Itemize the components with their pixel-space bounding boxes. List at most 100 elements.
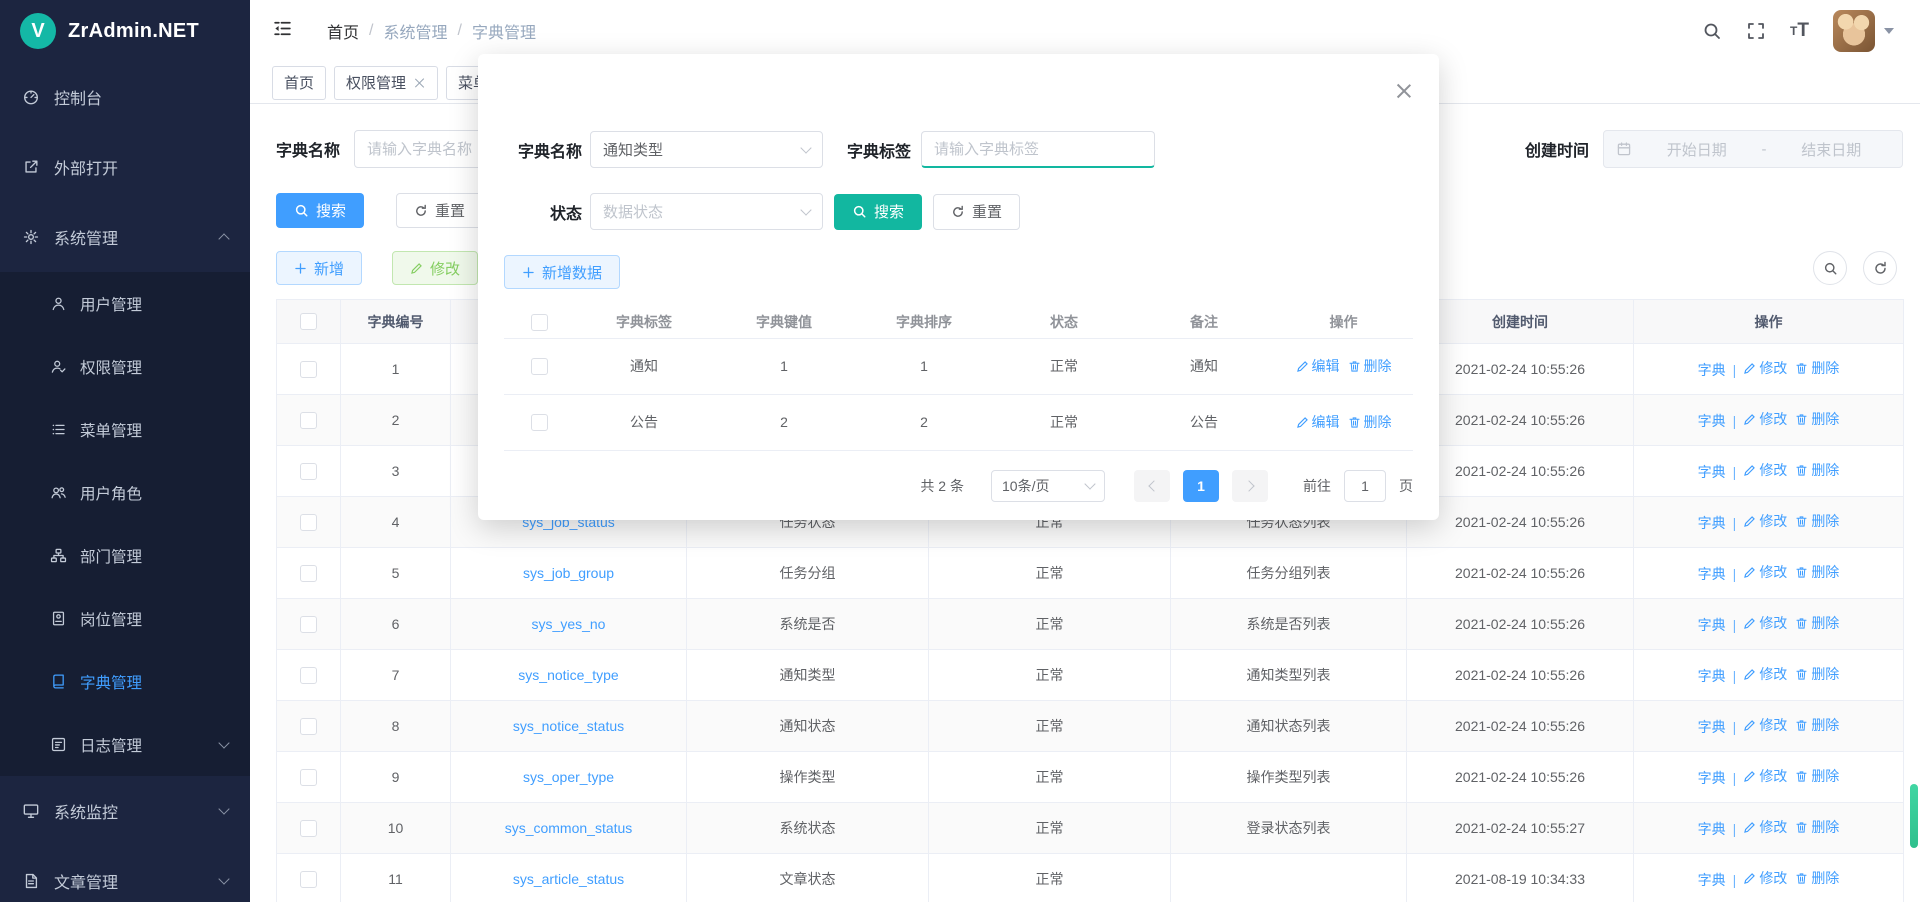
sidebar-item-dictionaries[interactable]: 字典管理 (0, 650, 250, 713)
row-checkbox[interactable] (300, 769, 317, 786)
caret-down-icon[interactable] (1884, 28, 1894, 34)
avatar[interactable] (1833, 10, 1875, 52)
close-icon[interactable] (1395, 82, 1413, 100)
dict-data-link[interactable]: 字典 (1698, 870, 1726, 890)
dict-data-link[interactable]: 字典 (1698, 462, 1726, 482)
row-delete-link[interactable]: 删除 (1795, 766, 1839, 786)
row-delete-link[interactable]: 删除 (1795, 511, 1839, 531)
add-button[interactable]: 新增 (276, 251, 362, 285)
dialog-search-button[interactable]: 搜索 (834, 194, 922, 230)
row-edit-link[interactable]: 修改 (1743, 562, 1787, 582)
row-edit-link[interactable]: 修改 (1743, 358, 1787, 378)
row-delete-link[interactable]: 删除 (1795, 358, 1839, 378)
row-edit-link[interactable]: 编辑 (1296, 356, 1340, 376)
dict-name-link[interactable]: sys_yes_no (532, 616, 606, 632)
page-1-button[interactable]: 1 (1183, 470, 1219, 502)
select-all-checkbox[interactable] (300, 313, 317, 330)
row-edit-link[interactable]: 修改 (1743, 511, 1787, 531)
dict-data-link[interactable]: 字典 (1698, 360, 1726, 380)
row-checkbox[interactable] (531, 414, 548, 431)
breadcrumb-system[interactable]: 系统管理 (383, 19, 447, 43)
create-time-range-picker[interactable]: 开始日期 - 结束日期 (1603, 130, 1903, 168)
row-delete-link[interactable]: 删除 (1795, 460, 1839, 480)
select-all-checkbox[interactable] (531, 314, 548, 331)
sidebar-item-roles[interactable]: 用户角色 (0, 461, 250, 524)
sidebar-item-users[interactable]: 用户管理 (0, 272, 250, 335)
dict-name-link[interactable]: sys_oper_type (523, 769, 614, 785)
row-delete-link[interactable]: 删除 (1795, 664, 1839, 684)
search-icon[interactable] (1702, 21, 1722, 41)
row-checkbox[interactable] (300, 565, 317, 582)
row-delete-link[interactable]: 删除 (1795, 613, 1839, 633)
sidebar-item-articles[interactable]: 文章管理 (0, 846, 250, 902)
row-delete-link[interactable]: 删除 (1795, 562, 1839, 582)
next-page-button[interactable] (1232, 470, 1268, 502)
row-delete-link[interactable]: 删除 (1795, 409, 1839, 429)
row-checkbox[interactable] (300, 514, 317, 531)
search-button[interactable]: 搜索 (276, 193, 364, 228)
sidebar-item-monitor[interactable]: 系统监控 (0, 776, 250, 846)
row-edit-link[interactable]: 修改 (1743, 409, 1787, 429)
refresh-button[interactable] (1863, 251, 1897, 285)
row-delete-link[interactable]: 删除 (1348, 356, 1392, 376)
row-edit-link[interactable]: 修改 (1743, 460, 1787, 480)
search-toggle-button[interactable] (1813, 251, 1847, 285)
row-checkbox[interactable] (300, 463, 317, 480)
page-size-select[interactable]: 10条/页 (991, 470, 1105, 502)
menu-fold-icon[interactable] (272, 18, 293, 44)
row-delete-link[interactable]: 删除 (1795, 715, 1839, 735)
sidebar-item-menus[interactable]: 菜单管理 (0, 398, 250, 461)
fullscreen-icon[interactable] (1746, 21, 1766, 41)
row-checkbox[interactable] (300, 871, 317, 888)
dialog-dict-label-input[interactable] (921, 131, 1155, 168)
dict-data-link[interactable]: 字典 (1698, 513, 1726, 533)
row-edit-link[interactable]: 修改 (1743, 766, 1787, 786)
sidebar-item-dashboard[interactable]: 控制台 (0, 62, 250, 132)
dict-data-link[interactable]: 字典 (1698, 768, 1726, 788)
dict-data-link[interactable]: 字典 (1698, 717, 1726, 737)
dict-name-link[interactable]: sys_job_group (523, 565, 614, 581)
reset-button[interactable]: 重置 (396, 193, 483, 228)
row-delete-link[interactable]: 删除 (1348, 412, 1392, 432)
row-edit-link[interactable]: 编辑 (1296, 412, 1340, 432)
row-edit-link[interactable]: 修改 (1743, 868, 1787, 888)
dict-name-link[interactable]: sys_notice_type (518, 667, 618, 683)
dict-data-link[interactable]: 字典 (1698, 564, 1726, 584)
dict-data-link[interactable]: 字典 (1698, 615, 1726, 635)
row-checkbox[interactable] (300, 412, 317, 429)
row-edit-link[interactable]: 修改 (1743, 664, 1787, 684)
goto-page-input[interactable] (1344, 470, 1386, 502)
row-edit-link[interactable]: 修改 (1743, 613, 1787, 633)
sidebar-item-logs[interactable]: 日志管理 (0, 713, 250, 776)
row-delete-link[interactable]: 删除 (1795, 868, 1839, 888)
scrollbar-thumb[interactable] (1910, 784, 1918, 848)
row-checkbox[interactable] (300, 820, 317, 837)
edit-button[interactable]: 修改 (392, 251, 478, 285)
row-checkbox[interactable] (300, 361, 317, 378)
dialog-status-select[interactable]: 数据状态 (590, 193, 823, 230)
sidebar-item-external[interactable]: 外部打开 (0, 132, 250, 202)
font-size-icon[interactable]: TT (1790, 20, 1809, 42)
row-checkbox[interactable] (300, 718, 317, 735)
dict-data-link[interactable]: 字典 (1698, 819, 1726, 839)
row-checkbox[interactable] (300, 616, 317, 633)
sidebar-item-posts[interactable]: 岗位管理 (0, 587, 250, 650)
close-icon[interactable] (414, 77, 426, 89)
tab-permissions[interactable]: 权限管理 (334, 66, 438, 100)
sidebar-item-system[interactable]: 系统管理 (0, 202, 250, 272)
dialog-add-data-button[interactable]: 新增数据 (504, 255, 620, 289)
tab-home[interactable]: 首页 (272, 66, 326, 100)
dict-data-link[interactable]: 字典 (1698, 411, 1726, 431)
row-checkbox[interactable] (531, 358, 548, 375)
dict-name-link[interactable]: sys_article_status (513, 871, 624, 887)
dict-name-link[interactable]: sys_common_status (505, 820, 633, 836)
row-delete-link[interactable]: 删除 (1795, 817, 1839, 837)
dialog-dict-name-select[interactable]: 通知类型 (590, 131, 823, 168)
sidebar-item-permissions[interactable]: 权限管理 (0, 335, 250, 398)
breadcrumb-home[interactable]: 首页 (327, 19, 359, 43)
prev-page-button[interactable] (1134, 470, 1170, 502)
sidebar-item-departments[interactable]: 部门管理 (0, 524, 250, 587)
dict-data-link[interactable]: 字典 (1698, 666, 1726, 686)
dialog-reset-button[interactable]: 重置 (933, 194, 1020, 230)
dict-name-link[interactable]: sys_notice_status (513, 718, 624, 734)
